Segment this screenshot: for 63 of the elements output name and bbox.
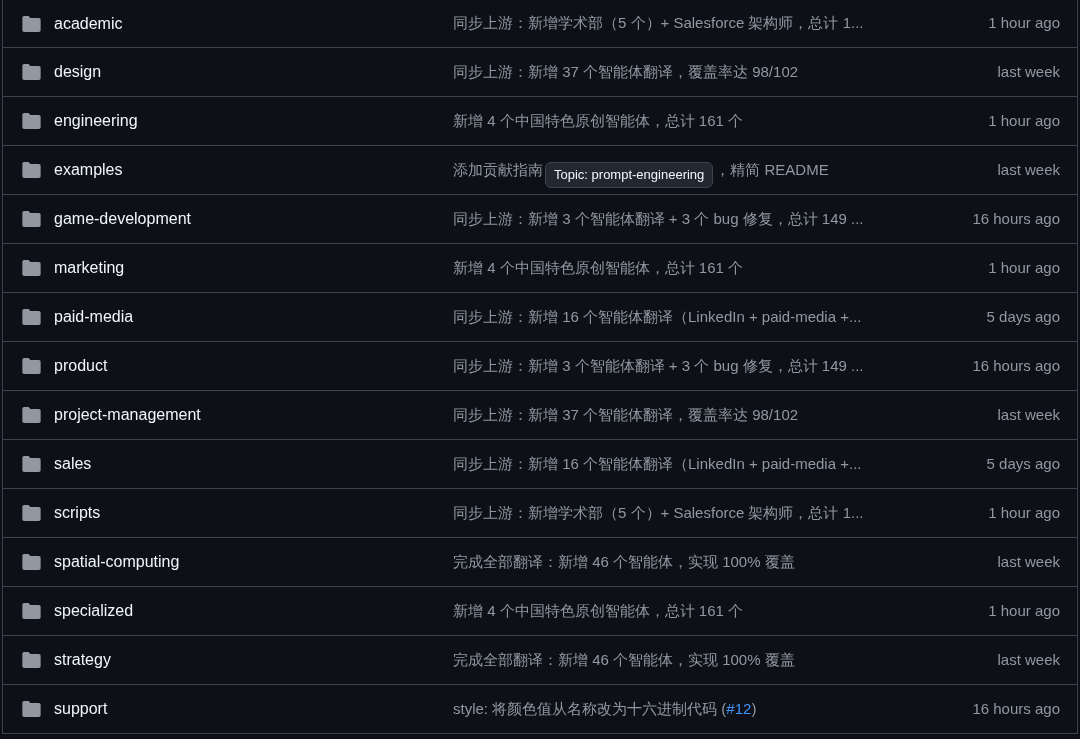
commit-time: 1 hour ago bbox=[988, 257, 1061, 278]
commit-time: last week bbox=[997, 159, 1061, 180]
folder-icon bbox=[22, 309, 41, 325]
folder-name[interactable]: spatial-computing bbox=[54, 550, 180, 574]
commit-message[interactable]: 同步上游：新增 16 个智能体翻译（LinkedIn + paid-media +... bbox=[453, 454, 862, 472]
commit-time: last week bbox=[997, 404, 1061, 425]
commit-message[interactable]: 同步上游：新增学术部（5 个）+ Salesforce 架构师，总计 1... bbox=[453, 14, 864, 32]
commit-message[interactable]: 新增 4 个中国特色原创智能体，总计 161 个 bbox=[453, 258, 744, 276]
commit-time: 16 hours ago bbox=[972, 698, 1061, 719]
folder-name[interactable]: academic bbox=[54, 11, 123, 36]
commit-message[interactable]: 新增 4 个中国特色原创智能体，总计 161 个 bbox=[453, 111, 744, 129]
folder-name[interactable]: game-development bbox=[54, 207, 191, 231]
folder-icon bbox=[22, 211, 41, 227]
commit-time: last week bbox=[997, 551, 1061, 572]
commit-message[interactable]: ，精简 README bbox=[715, 158, 829, 182]
tooltip: Topic: prompt-engineering bbox=[545, 162, 714, 188]
folder-name[interactable]: sales bbox=[54, 452, 92, 476]
folder-name[interactable]: project-management bbox=[54, 403, 201, 427]
folder-name[interactable]: examples bbox=[54, 158, 123, 182]
folder-name[interactable]: specialized bbox=[54, 599, 134, 623]
commit-message[interactable]: 完成全部翻译：新增 46 个智能体，实现 100% 覆盖 bbox=[453, 650, 795, 668]
folder-icon bbox=[22, 456, 41, 472]
commit-time: last week bbox=[997, 649, 1061, 670]
folder-icon bbox=[22, 260, 41, 276]
commit-time: 5 days ago bbox=[986, 453, 1061, 474]
folder-icon bbox=[22, 652, 41, 668]
commit-time: 16 hours ago bbox=[972, 355, 1061, 376]
commit-time: 5 days ago bbox=[986, 306, 1061, 327]
folder-icon bbox=[22, 113, 41, 129]
commit-message[interactable]: 添加贡献指南 bbox=[453, 158, 543, 182]
folder-icon bbox=[22, 64, 41, 80]
folder-name[interactable]: scripts bbox=[54, 501, 101, 525]
folder-name[interactable]: strategy bbox=[54, 648, 111, 672]
folder-icon bbox=[22, 505, 41, 521]
commit-time: 1 hour ago bbox=[988, 110, 1061, 131]
folder-icon bbox=[22, 701, 41, 717]
folder-name[interactable]: design bbox=[54, 60, 102, 84]
folder-name[interactable]: engineering bbox=[54, 109, 138, 133]
folder-name[interactable]: paid-media bbox=[54, 305, 134, 329]
folder-icon bbox=[22, 358, 41, 374]
commit-message[interactable]: 同步上游：新增 16 个智能体翻译（LinkedIn + paid-media +... bbox=[453, 307, 862, 325]
commit-message[interactable]: 同步上游：新增 37 个智能体翻译，覆盖率达 98/102 bbox=[453, 405, 799, 423]
folder-name[interactable]: support bbox=[54, 697, 108, 721]
commit-message[interactable]: 完成全部翻译：新增 46 个智能体，实现 100% 覆盖 bbox=[453, 552, 795, 570]
pull-request-link[interactable]: #12 bbox=[726, 699, 752, 717]
commit-time: 1 hour ago bbox=[988, 502, 1061, 523]
folder-icon bbox=[22, 407, 41, 423]
commit-time: last week bbox=[997, 61, 1061, 82]
folder-name[interactable]: product bbox=[54, 354, 108, 378]
commit-message[interactable]: 同步上游：新增 37 个智能体翻译，覆盖率达 98/102 bbox=[453, 62, 799, 80]
commit-message[interactable]: 同步上游：新增 3 个智能体翻译 + 3 个 bug 修复，总计 149 ... bbox=[453, 356, 864, 374]
commit-message[interactable]: 同步上游：新增学术部（5 个）+ Salesforce 架构师，总计 1... bbox=[453, 503, 864, 521]
folder-icon bbox=[22, 603, 41, 619]
folder-icon bbox=[22, 162, 41, 178]
folder-icon bbox=[22, 554, 41, 570]
commit-time: 1 hour ago bbox=[988, 13, 1061, 34]
commit-message[interactable]: style: 将颜色值从名称改为十六进制代码 (#12) bbox=[453, 699, 757, 717]
commit-message[interactable]: 新增 4 个中国特色原创智能体，总计 161 个 bbox=[453, 601, 744, 619]
folder-icon bbox=[22, 15, 41, 32]
commit-message[interactable]: 同步上游：新增 3 个智能体翻译 + 3 个 bug 修复，总计 149 ... bbox=[453, 209, 864, 227]
commit-time: 1 hour ago bbox=[988, 600, 1061, 621]
commit-time: 16 hours ago bbox=[972, 208, 1061, 229]
folder-name[interactable]: marketing bbox=[54, 256, 125, 280]
